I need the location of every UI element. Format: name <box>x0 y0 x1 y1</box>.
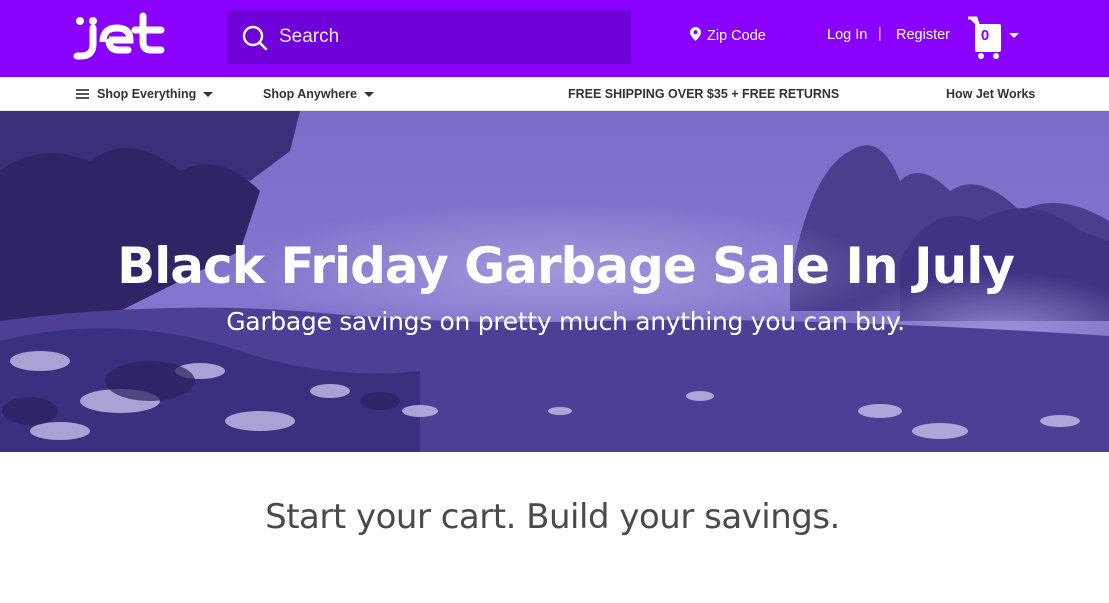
chevron-down-icon <box>364 91 374 97</box>
search-icon <box>241 24 269 52</box>
shop-everything-label: Shop Everything <box>97 87 197 101</box>
jet-logo[interactable] <box>73 12 169 62</box>
shop-anywhere-label: Shop Anywhere <box>263 87 357 101</box>
chevron-down-icon <box>203 91 214 97</box>
hero-banner[interactable]: Black Friday Garbage Sale In July Garbag… <box>0 111 1109 452</box>
top-header: Zip Code Log In | Register 0 <box>0 0 1109 77</box>
zip-code-link[interactable]: Zip Code <box>690 26 766 46</box>
sub-navigation: Shop Everything Shop Anywhere FREE SHIPP… <box>0 77 1109 111</box>
how-jet-works-link[interactable]: How Jet Works <box>946 87 1035 101</box>
chevron-down-icon[interactable] <box>1009 33 1019 38</box>
register-link[interactable]: Register <box>896 27 950 43</box>
shipping-promo-text[interactable]: FREE SHIPPING OVER $35 + FREE RETURNS <box>568 87 839 101</box>
divider: | <box>878 26 882 42</box>
search-box[interactable] <box>227 10 631 64</box>
cart-button[interactable]: 0 <box>967 15 1002 59</box>
hero-title: Black Friday Garbage Sale In July <box>117 237 1015 295</box>
hamburger-icon <box>76 89 89 99</box>
hero-subtitle: Garbage savings on pretty much anything … <box>226 307 905 336</box>
cart-count: 0 <box>980 27 990 44</box>
shop-anywhere-menu[interactable]: Shop Anywhere <box>263 87 374 101</box>
search-input[interactable] <box>279 22 609 52</box>
location-pin-icon <box>690 27 707 45</box>
login-link[interactable]: Log In <box>827 27 867 43</box>
zip-code-label: Zip Code <box>707 28 766 44</box>
tagline: Start your cart. Build your savings. <box>265 497 840 537</box>
shop-everything-menu[interactable]: Shop Everything <box>76 87 214 101</box>
